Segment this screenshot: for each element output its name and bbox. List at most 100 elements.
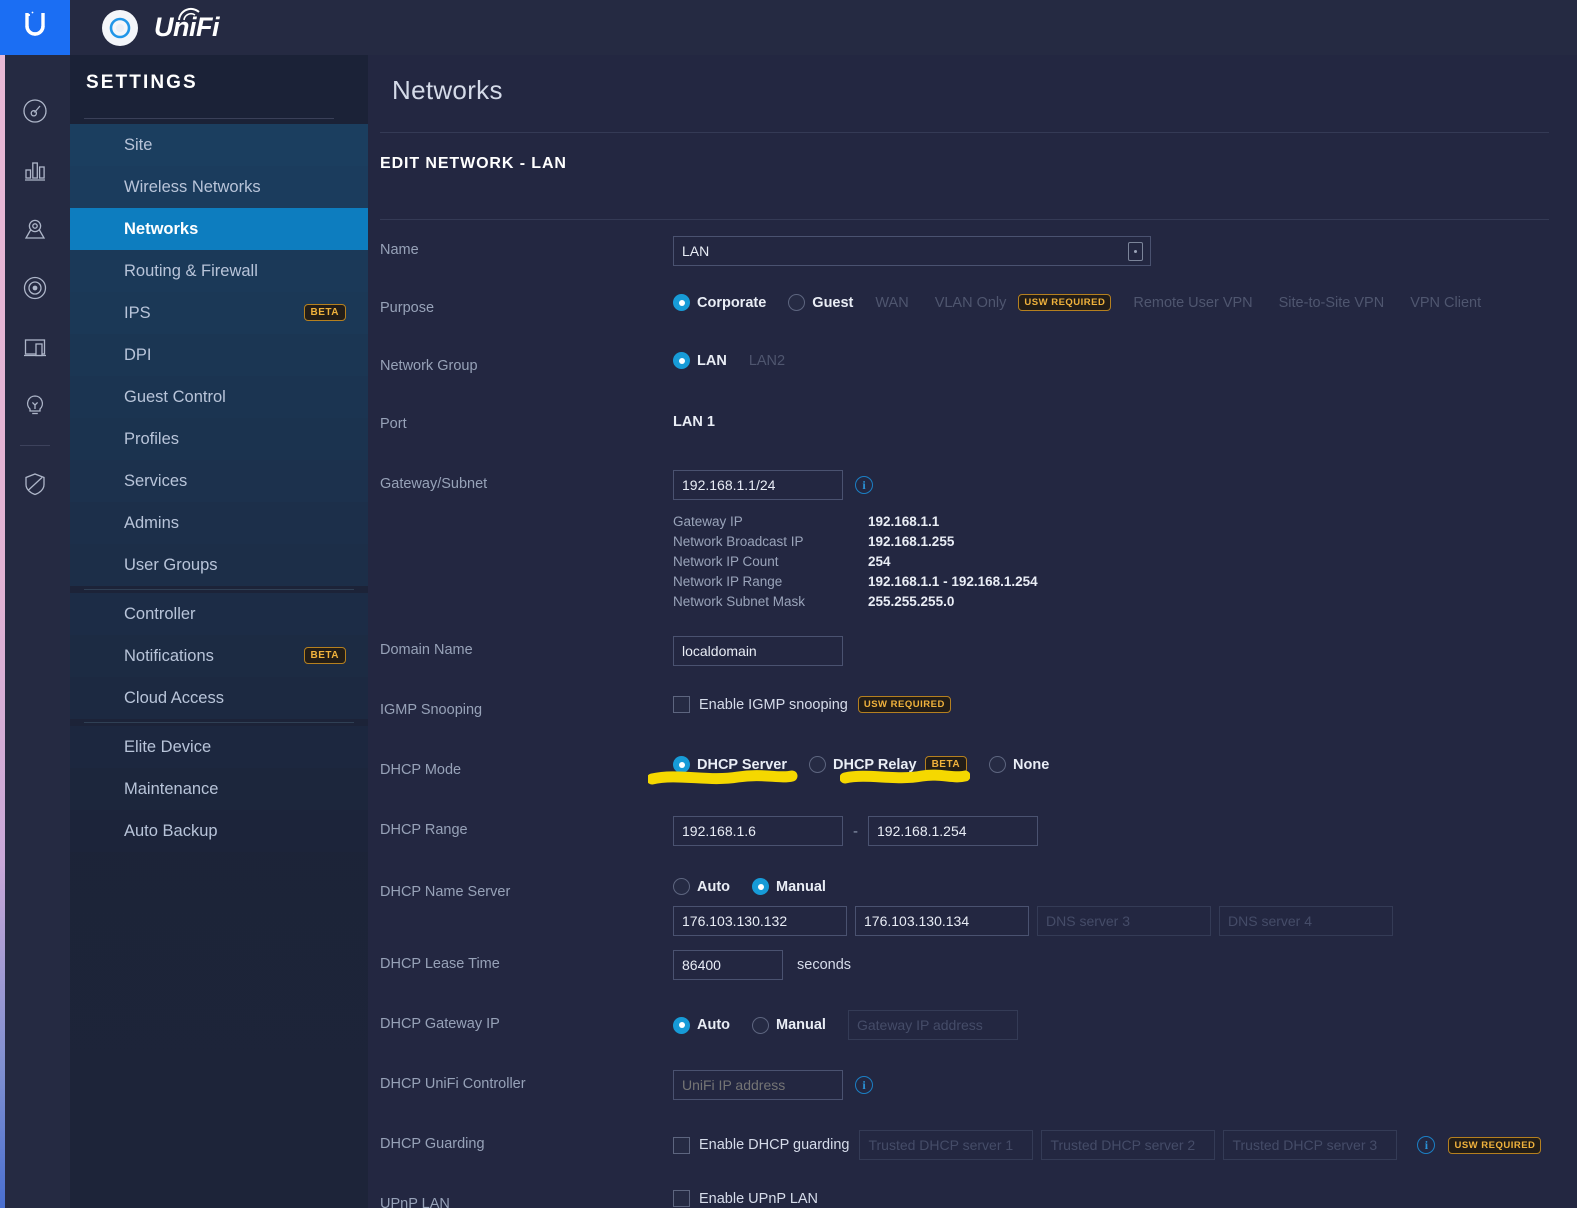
rail-item-insights[interactable]: [0, 376, 70, 435]
subnet-details-list: Gateway IP 192.168.1.1 Network Broadcast I…: [673, 500, 1038, 612]
clients-laptop-phone-icon: [24, 338, 46, 356]
purpose-option-vpn-client[interactable]: VPN Client: [1410, 295, 1481, 311]
info-icon[interactable]: i: [1417, 1136, 1436, 1154]
sidebar-item-label: IPS: [124, 303, 151, 322]
dhcp-lease-time-input[interactable]: [673, 950, 783, 980]
rail-item-dashboard[interactable]: [0, 81, 70, 140]
sidebar-item-notifications[interactable]: Notifications BETA: [70, 635, 368, 677]
sidebar-item-label: Cloud Access: [124, 688, 224, 707]
dhcp-guarding-label: Enable DHCP guarding: [699, 1137, 850, 1153]
dns-server-1-input[interactable]: [673, 906, 847, 936]
dns-server-3-input[interactable]: [1037, 906, 1211, 936]
sidebar-item-label: Services: [124, 471, 188, 490]
dhcp-gateway-ip-radio-auto[interactable]: [673, 1016, 690, 1034]
dhcp-gateway-ip-radio-manual[interactable]: [752, 1016, 770, 1034]
network-group-radio-lan[interactable]: [673, 352, 690, 369]
gateway-subnet-input[interactable]: [673, 470, 843, 500]
sidebar-group-divider: [84, 589, 354, 590]
sidebar-item-ips[interactable]: IPS BETA: [70, 292, 368, 334]
purpose-option-wan[interactable]: WAN: [875, 295, 908, 311]
info-icon[interactable]: i: [855, 476, 873, 494]
field-row-domain-name: Domain Name: [380, 636, 1549, 682]
sidebar-item-auto-backup[interactable]: Auto Backup: [70, 810, 368, 852]
sidebar-item-label: DPI: [124, 345, 152, 364]
sidebar-item-label: Admins: [124, 513, 180, 532]
field-row-dhcp-guarding: DHCP Guarding Enable DHCP guarding i USW…: [380, 1130, 1549, 1176]
trusted-dhcp-server-inputs: [859, 1130, 1405, 1160]
main-content: Networks EDIT NETWORK - LAN Name LAN Pur…: [368, 0, 1577, 1208]
sidebar-item-guest-control[interactable]: Guest Control: [70, 376, 368, 418]
rail-item-threats[interactable]: [0, 454, 70, 513]
dashboard-speedometer-icon: [23, 98, 47, 123]
sidebar-item-services[interactable]: Services: [70, 460, 368, 502]
subnet-detail-row: Network Subnet Mask 255.255.255.0: [673, 592, 1038, 612]
igmp-snooping-checkbox[interactable]: [673, 696, 690, 713]
dns-server-2-input[interactable]: [855, 906, 1029, 936]
dns-mode-radio-auto[interactable]: [673, 878, 690, 895]
dhcp-unifi-controller-input[interactable]: [673, 1070, 843, 1100]
dhcp-range-start-input[interactable]: [673, 816, 843, 846]
shield-blocked-icon: [25, 472, 45, 495]
dhcp-range-end-input[interactable]: [868, 816, 1038, 846]
label-dhcp-gateway-ip: DHCP Gateway IP: [380, 1016, 500, 1032]
sidebar-item-badge: BETA: [303, 304, 346, 321]
ubiquiti-logo-button[interactable]: [0, 0, 70, 55]
sidebar-item-wireless-networks[interactable]: Wireless Networks: [70, 166, 368, 208]
port-value: LAN 1: [673, 414, 715, 430]
field-row-dhcp-unifi-controller: DHCP UniFi Controller i: [380, 1070, 1549, 1116]
upnp-lan-checkbox[interactable]: [673, 1190, 690, 1207]
dhcp-mode-radio-none[interactable]: [989, 756, 1007, 773]
sidebar-item-label: Guest Control: [124, 387, 226, 406]
dhcp-mode-radio-dhcp-server[interactable]: [673, 756, 690, 773]
purpose-radio-guest[interactable]: [788, 294, 806, 311]
sidebar-item-user-groups[interactable]: User Groups: [70, 544, 368, 586]
label-network-group: Network Group: [380, 358, 478, 374]
subnet-detail-value: 255.255.255.0: [868, 594, 955, 609]
sidebar-item-dpi[interactable]: DPI: [70, 334, 368, 376]
sidebar-item-site[interactable]: Site: [70, 124, 368, 166]
dhcp-gateway-ip-group: Auto Manual: [673, 1010, 1549, 1040]
dhcp-guarding-checkbox[interactable]: [673, 1136, 690, 1154]
info-icon[interactable]: i: [855, 1076, 873, 1094]
sidebar-item-networks[interactable]: Networks: [70, 208, 392, 250]
unifi-disc-logo: [102, 9, 138, 46]
purpose-radio-corporate[interactable]: [673, 294, 690, 311]
dns-server-4-input[interactable]: [1219, 906, 1393, 936]
sidebar-item-profiles[interactable]: Profiles: [70, 418, 368, 460]
sidebar-item-label: Maintenance: [124, 779, 219, 798]
network-group-option-lan2[interactable]: LAN2: [749, 353, 785, 369]
name-input[interactable]: [673, 236, 1151, 266]
label-name: Name: [380, 242, 419, 258]
sidebar-item-admins[interactable]: Admins: [70, 502, 368, 544]
dhcp-mode-label-none: None: [1013, 756, 1050, 773]
lock-icon[interactable]: [1128, 242, 1143, 261]
rail-item-list: [0, 55, 70, 513]
purpose-label-corporate: Corporate: [697, 294, 767, 311]
sidebar-item-elite-device[interactable]: Elite Device: [70, 726, 368, 768]
label-dhcp-name-server: DHCP Name Server: [380, 884, 511, 900]
sidebar-item-routing-firewall[interactable]: Routing & Firewall: [70, 250, 368, 292]
field-row-purpose: Purpose Corporate Guest WAN VLAN Only USW RE…: [380, 294, 1549, 340]
upnp-lan-label: Enable UPnP LAN: [699, 1190, 819, 1207]
statistics-bar-chart-icon: [25, 161, 45, 181]
sidebar-item-maintenance[interactable]: Maintenance: [70, 768, 368, 810]
dns-mode-radio-manual[interactable]: [752, 878, 770, 895]
dhcp-mode-radio-dhcp-relay[interactable]: [809, 756, 827, 773]
sidebar-item-cloud-access[interactable]: Cloud Access: [70, 677, 368, 719]
sidebar-item-controller[interactable]: Controller: [70, 593, 368, 635]
igmp-usw-required-badge: USW REQUIRED: [857, 696, 951, 713]
purpose-option-site-to-site-vpn[interactable]: Site-to-Site VPN: [1279, 295, 1385, 311]
subnet-detail-value: 192.168.1.1 - 192.168.1.254: [868, 574, 1038, 589]
purpose-option-remote-user-vpn[interactable]: Remote User VPN: [1133, 295, 1252, 311]
purpose-option-vlan-only[interactable]: VLAN Only: [935, 295, 1007, 311]
screen-edge-artifact: [0, 55, 5, 1208]
rail-item-clients[interactable]: [0, 317, 70, 376]
rail-item-devices[interactable]: [0, 258, 70, 317]
domain-name-input[interactable]: [673, 636, 843, 666]
rail-item-statistics[interactable]: [0, 140, 70, 199]
rail-item-map[interactable]: [0, 199, 70, 258]
dhcp-mode-badge-dhcp-relay: BETA: [924, 756, 968, 773]
section-title: EDIT NETWORK - LAN: [380, 155, 567, 172]
purpose-badge-vlan-only: USW REQUIRED: [1018, 294, 1112, 311]
sidebar-divider: [84, 118, 334, 119]
